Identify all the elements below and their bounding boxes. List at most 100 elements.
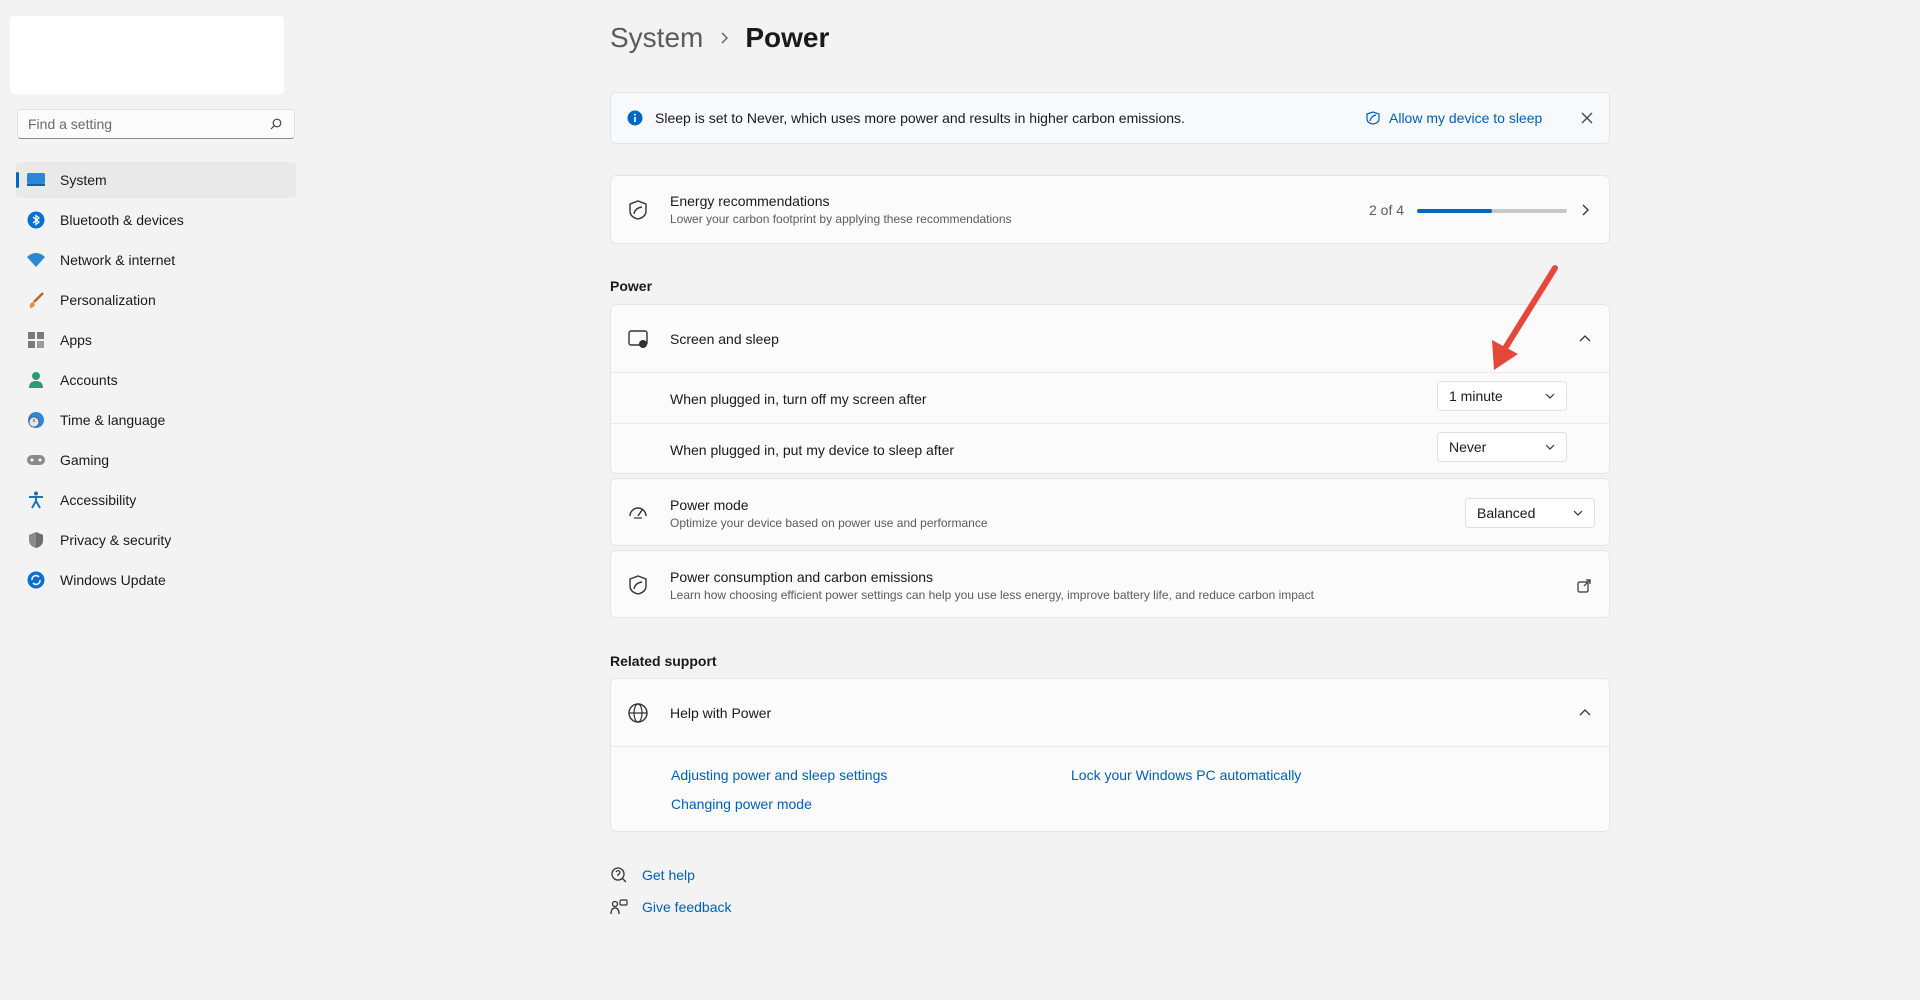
page-title: Power	[745, 22, 830, 53]
energy-recommendations-card[interactable]: Energy recommendations Lower your carbon…	[610, 175, 1610, 244]
leaf-icon	[1366, 111, 1380, 125]
wifi-icon	[26, 250, 46, 270]
give-feedback-label: Give feedback	[642, 899, 732, 915]
gamepad-icon	[26, 450, 46, 470]
help-link-adjusting[interactable]: Adjusting power and sleep settings	[671, 767, 887, 783]
screen-off-value: 1 minute	[1449, 388, 1503, 404]
info-icon	[627, 110, 643, 126]
consumption-title: Power consumption and carbon emissions	[670, 569, 934, 585]
bluetooth-icon	[26, 210, 46, 230]
sidebar: System Bluetooth & devices Network & int…	[0, 0, 300, 1000]
sidebar-item-label: Time & language	[60, 412, 166, 428]
screen-and-sleep-header[interactable]: Screen and sleep	[611, 305, 1609, 372]
sidebar-item-accessibility[interactable]: Accessibility	[16, 482, 296, 518]
search-box[interactable]	[17, 109, 295, 139]
chevron-down-icon	[1573, 510, 1583, 516]
screen-off-label: When plugged in, turn off my screen afte…	[670, 391, 927, 407]
get-help-label: Get help	[642, 867, 695, 883]
sidebar-item-label: Gaming	[60, 452, 110, 468]
help-link-power-mode[interactable]: Changing power mode	[671, 796, 812, 812]
chevron-down-icon	[1545, 444, 1555, 450]
shield-icon	[26, 530, 46, 550]
power-section-label: Power	[610, 278, 653, 294]
chevron-up-icon[interactable]	[1579, 333, 1591, 345]
energy-progress-count: 2 of 4	[1369, 202, 1405, 218]
feedback-icon	[610, 899, 628, 915]
divider	[611, 423, 1609, 424]
power-mode-title: Power mode	[670, 497, 749, 513]
power-mode-card: Power mode Optimize your device based on…	[610, 478, 1610, 546]
sidebar-item-time-language[interactable]: Time & language	[16, 402, 296, 438]
screen-and-sleep-card: Screen and sleep When plugged in, turn o…	[610, 304, 1610, 474]
sidebar-item-label: Apps	[60, 332, 92, 348]
chevron-down-icon	[1545, 393, 1555, 399]
sidebar-item-label: Network & internet	[60, 252, 176, 268]
sidebar-item-label: Bluetooth & devices	[60, 212, 184, 228]
sleep-dropdown[interactable]: Never	[1437, 432, 1567, 462]
annotation-arrow-icon	[1492, 265, 1558, 370]
sidebar-item-accounts[interactable]: Accounts	[16, 362, 296, 398]
sidebar-item-privacy[interactable]: Privacy & security	[16, 522, 296, 558]
external-link-icon[interactable]	[1577, 579, 1591, 593]
sleep-value: Never	[1449, 439, 1487, 455]
power-mode-subtitle: Optimize your device based on power use …	[670, 516, 988, 530]
help-with-power-header[interactable]: Help with Power	[611, 679, 1609, 746]
chevron-right-icon[interactable]	[1579, 204, 1591, 216]
sidebar-item-label: Accessibility	[60, 492, 137, 508]
system-icon	[26, 170, 46, 190]
update-icon	[26, 570, 46, 590]
account-banner[interactable]	[10, 16, 284, 94]
energy-progress-fill	[1417, 209, 1492, 213]
apps-icon	[26, 330, 46, 350]
sidebar-item-apps[interactable]: Apps	[16, 322, 296, 358]
sidebar-item-network[interactable]: Network & internet	[16, 242, 296, 278]
screen-sleep-icon	[628, 330, 648, 348]
sidebar-item-label: Accounts	[60, 372, 118, 388]
power-consumption-card[interactable]: Power consumption and carbon emissions L…	[610, 550, 1610, 618]
chevron-up-icon[interactable]	[1579, 707, 1591, 719]
allow-sleep-link[interactable]: Allow my device to sleep	[1365, 110, 1542, 126]
chevron-right-icon	[721, 32, 729, 44]
sidebar-item-personalization[interactable]: Personalization	[16, 282, 296, 318]
close-icon[interactable]	[1579, 110, 1595, 126]
breadcrumb-system[interactable]: System	[610, 22, 703, 54]
sidebar-nav: System Bluetooth & devices Network & int…	[16, 162, 296, 602]
screen-sleep-title: Screen and sleep	[670, 331, 779, 347]
help-chat-icon	[611, 867, 627, 883]
give-feedback-link[interactable]: Give feedback	[610, 898, 732, 916]
get-help-link[interactable]: Get help	[610, 866, 695, 884]
globe-icon	[628, 703, 648, 723]
breadcrumb: System Power	[610, 22, 829, 54]
consumption-subtitle: Learn how choosing efficient power setti…	[670, 588, 1314, 602]
allow-sleep-label: Allow my device to sleep	[1389, 110, 1543, 126]
help-title: Help with Power	[670, 705, 772, 721]
accessibility-icon	[26, 490, 46, 510]
globe-clock-icon	[26, 410, 46, 430]
divider	[611, 372, 1609, 373]
energy-title: Energy recommendations	[670, 193, 830, 209]
related-support-label: Related support	[610, 653, 717, 669]
leaf-shield-icon	[629, 200, 647, 220]
leaf-shield-icon	[629, 575, 647, 595]
search-input[interactable]	[18, 110, 258, 138]
brush-icon	[26, 290, 46, 310]
info-message: Sleep is set to Never, which uses more p…	[655, 110, 1185, 126]
screen-off-dropdown[interactable]: 1 minute	[1437, 381, 1567, 411]
power-mode-value: Balanced	[1477, 505, 1536, 521]
power-mode-dropdown[interactable]: Balanced	[1465, 498, 1595, 528]
sidebar-item-label: System	[60, 172, 107, 188]
sleep-info-bar: Sleep is set to Never, which uses more p…	[610, 92, 1610, 144]
sidebar-item-label: Personalization	[60, 292, 156, 308]
accounts-icon	[26, 370, 46, 390]
sidebar-item-windows-update[interactable]: Windows Update	[16, 562, 296, 598]
help-link-lock[interactable]: Lock your Windows PC automatically	[1071, 767, 1301, 783]
sidebar-item-label: Privacy & security	[60, 532, 172, 548]
sleep-label: When plugged in, put my device to sleep …	[670, 442, 955, 458]
energy-progress-bar	[1417, 209, 1567, 213]
sidebar-item-label: Windows Update	[60, 572, 166, 588]
sidebar-item-bluetooth[interactable]: Bluetooth & devices	[16, 202, 296, 238]
sidebar-item-gaming[interactable]: Gaming	[16, 442, 296, 478]
sidebar-item-system[interactable]: System	[16, 162, 296, 198]
help-with-power-card: Help with Power Adjusting power and slee…	[610, 678, 1610, 832]
search-icon[interactable]	[270, 118, 282, 130]
